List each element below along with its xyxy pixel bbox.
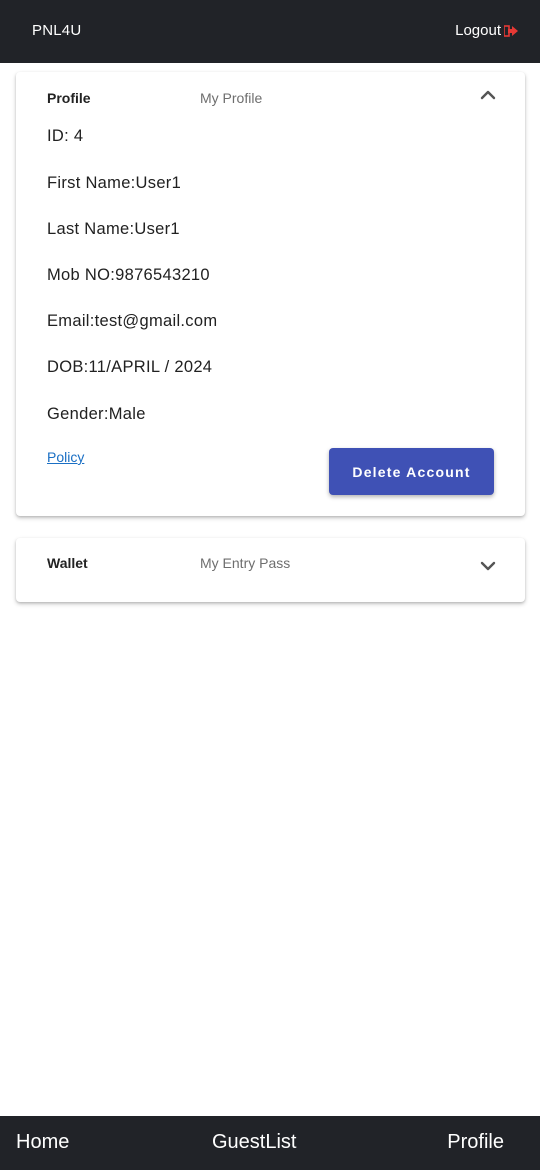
- profile-first-name: First Name:User1: [47, 174, 182, 192]
- profile-card: Profile My Profile ID: 4 First Name:User…: [16, 72, 525, 516]
- logout-button[interactable]: Logout: [455, 22, 518, 39]
- wallet-card-subtitle[interactable]: My Entry Pass: [200, 555, 290, 571]
- logout-arrow-icon: [504, 24, 518, 37]
- wallet-card-title[interactable]: Wallet: [47, 555, 88, 571]
- chevron-down-icon[interactable]: [479, 557, 497, 575]
- profile-gender: Gender:Male: [47, 405, 146, 423]
- profile-mobile: Mob NO:9876543210: [47, 266, 210, 284]
- nav-guestlist[interactable]: GuestList: [212, 1131, 296, 1154]
- profile-id: ID: 4: [47, 127, 84, 145]
- profile-dob: DOB:11/APRIL / 2024: [47, 358, 213, 376]
- logout-label: Logout: [455, 22, 501, 39]
- wallet-card[interactable]: Wallet My Entry Pass: [16, 538, 525, 602]
- top-app-bar: PNL4U Logout: [0, 0, 540, 63]
- chevron-up-icon[interactable]: [479, 86, 497, 104]
- delete-account-button[interactable]: Delete Account: [329, 448, 494, 495]
- nav-home[interactable]: Home: [16, 1131, 69, 1154]
- profile-email: Email:test@gmail.com: [47, 312, 218, 330]
- profile-last-name: Last Name:User1: [47, 220, 180, 238]
- profile-card-subtitle[interactable]: My Profile: [200, 90, 262, 106]
- profile-card-title[interactable]: Profile: [47, 90, 91, 106]
- policy-link[interactable]: Policy: [47, 449, 84, 465]
- nav-profile[interactable]: Profile: [447, 1131, 504, 1154]
- bottom-nav-bar: Home GuestList Profile: [0, 1116, 540, 1170]
- brand-title: PNL4U: [32, 22, 82, 39]
